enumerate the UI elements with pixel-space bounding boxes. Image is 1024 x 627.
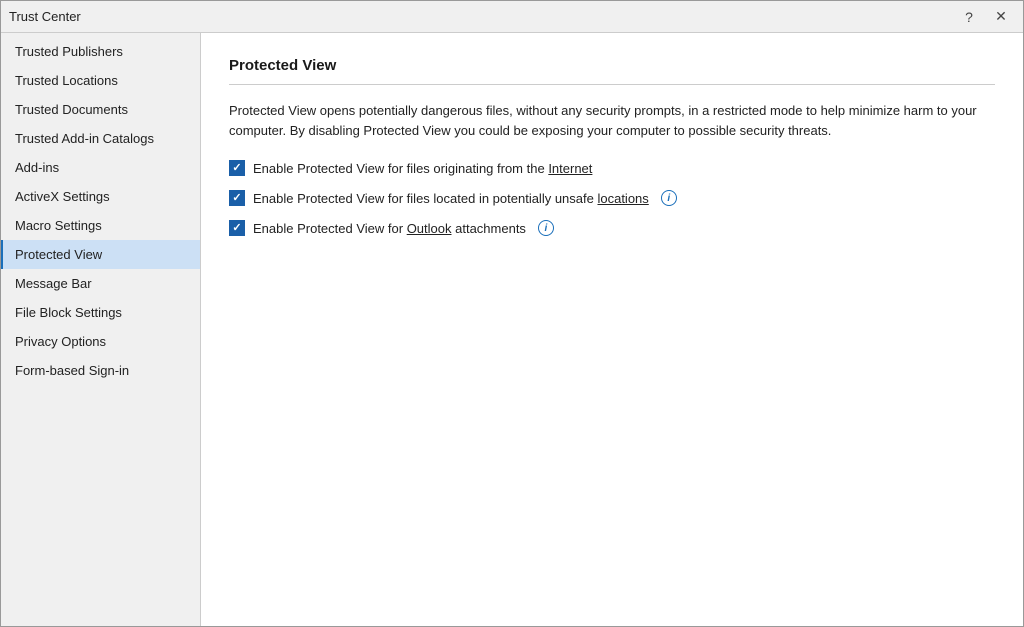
info-icon-outlook[interactable]: i <box>538 220 554 236</box>
info-icon-unsafe-locations[interactable]: i <box>661 190 677 206</box>
sidebar-item-trusted-locations[interactable]: Trusted Locations <box>1 66 200 95</box>
section-divider <box>229 84 995 85</box>
checkbox-outlook-label: Enable Protected View for Outlook attach… <box>253 221 526 236</box>
sidebar-item-trusted-add-in-catalogs[interactable]: Trusted Add-in Catalogs <box>1 124 200 153</box>
checkbox-unsafe-locations[interactable] <box>229 190 245 206</box>
checkbox-row-unsafe-locations: Enable Protected View for files located … <box>229 190 995 206</box>
sidebar-item-activex-settings[interactable]: ActiveX Settings <box>1 182 200 211</box>
sidebar-item-macro-settings[interactable]: Macro Settings <box>1 211 200 240</box>
sidebar-item-message-bar[interactable]: Message Bar <box>1 269 200 298</box>
title-bar-left: Trust Center <box>9 9 81 24</box>
dialog-body: Trusted Publishers Trusted Locations Tru… <box>1 33 1023 626</box>
checkbox-internet-files[interactable] <box>229 160 245 176</box>
internet-underline: Internet <box>548 161 592 176</box>
sidebar: Trusted Publishers Trusted Locations Tru… <box>1 33 201 626</box>
title-bar: Trust Center ? ✕ <box>1 1 1023 33</box>
title-bar-buttons: ? ✕ <box>955 5 1015 29</box>
help-button[interactable]: ? <box>955 5 983 29</box>
sidebar-item-file-block-settings[interactable]: File Block Settings <box>1 298 200 327</box>
outlook-underline: Outlook <box>407 221 452 236</box>
locations-underline: locations <box>597 191 648 206</box>
checkbox-outlook-attachments[interactable] <box>229 220 245 236</box>
close-button[interactable]: ✕ <box>987 5 1015 29</box>
sidebar-item-form-based-sign-in[interactable]: Form-based Sign-in <box>1 356 200 385</box>
checkbox-unsafe-locations-label: Enable Protected View for files located … <box>253 191 649 206</box>
section-title: Protected View <box>229 57 995 74</box>
window-title: Trust Center <box>9 9 81 24</box>
trust-center-dialog: Trust Center ? ✕ Trusted Publishers Trus… <box>0 0 1024 627</box>
sidebar-item-trusted-publishers[interactable]: Trusted Publishers <box>1 37 200 66</box>
sidebar-item-trusted-documents[interactable]: Trusted Documents <box>1 95 200 124</box>
sidebar-item-protected-view[interactable]: Protected View <box>1 240 200 269</box>
sidebar-item-privacy-options[interactable]: Privacy Options <box>1 327 200 356</box>
checkbox-row-outlook: Enable Protected View for Outlook attach… <box>229 220 995 236</box>
checkbox-row-internet: Enable Protected View for files originat… <box>229 160 995 176</box>
content-area: Protected View Protected View opens pote… <box>201 33 1023 626</box>
sidebar-item-add-ins[interactable]: Add-ins <box>1 153 200 182</box>
description-text: Protected View opens potentially dangero… <box>229 101 989 140</box>
checkbox-internet-label: Enable Protected View for files originat… <box>253 161 592 176</box>
